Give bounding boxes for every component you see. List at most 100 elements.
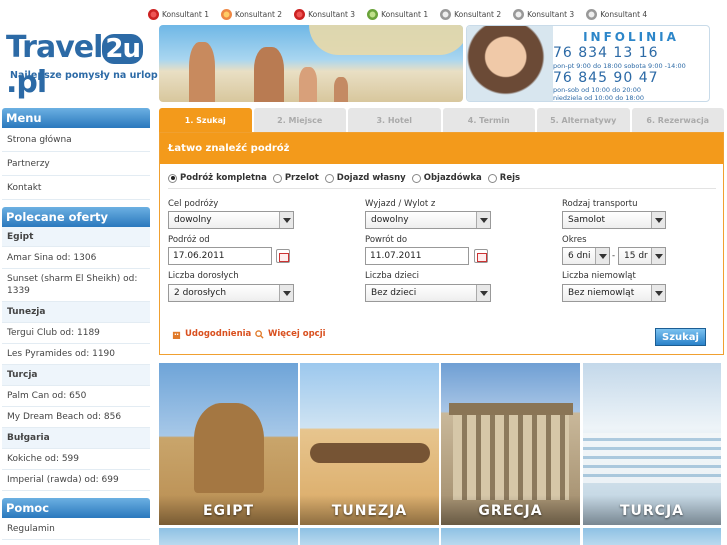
search-button[interactable]: Szukaj (655, 328, 706, 346)
destination-tile-partial[interactable] (159, 528, 298, 545)
offer-country[interactable]: Egipt (2, 227, 150, 247)
offer-country[interactable]: Tunezja (2, 302, 150, 323)
help-item-regulamin[interactable]: Regulamin (2, 518, 150, 540)
wiecej-opcji-link[interactable]: Więcej opcji (255, 329, 326, 339)
dorosli-select[interactable]: 2 dorosłych (168, 284, 294, 302)
offer-item[interactable]: Palm Can od: 650 (2, 386, 150, 407)
radio-dot[interactable] (411, 173, 421, 183)
person-figure (299, 67, 317, 102)
destination-label: TUNEZJA (331, 503, 408, 519)
magnifier-icon (255, 329, 264, 339)
infolinia-title: INFOLINIA (583, 30, 679, 44)
offer-item[interactable]: Amar Sina od: 1306 (2, 247, 150, 269)
menu-heading: Menu (2, 108, 150, 128)
radio-dot[interactable] (168, 173, 177, 183)
radio-dot[interactable] (487, 173, 497, 183)
skype-orange-icon (221, 8, 233, 20)
logo-slogan: Najlepsze pomysły na urlop (10, 70, 158, 81)
phone-number-1: 76 834 13 16 (553, 45, 659, 61)
offer-item[interactable]: Kokiche od: 599 (2, 449, 150, 470)
wyjazd-label: Wyjazd / Wylot z (365, 199, 436, 209)
destination-tunezja[interactable]: TUNEZJA (300, 363, 439, 525)
destination-tile-partial[interactable] (300, 528, 439, 545)
consultant-gg-2[interactable]: Konsultant 2 (440, 7, 501, 21)
consultants-bar: Konsultant 1 Konsultant 2 Konsultant 3 K… (148, 7, 659, 21)
okres-dash: - (612, 251, 616, 261)
consultant-gg-3[interactable]: Konsultant 3 (513, 7, 574, 21)
transport-label: Rodzaj transportu (562, 199, 638, 209)
consultant-photo (467, 26, 553, 101)
hours-1: pon-pt 9:00 do 18:00 sobota 9:00 -14:00 (553, 62, 686, 70)
consultant-gg-1[interactable]: Konsultant 1 (367, 7, 428, 21)
date-to-input[interactable]: 11.07.2011 (365, 247, 469, 265)
destination-turcja[interactable]: TURCJA (583, 363, 721, 525)
consultant-skype-2[interactable]: Konsultant 2 (221, 7, 282, 21)
calendar-icon[interactable] (474, 249, 488, 263)
dzieci-select[interactable]: Bez dzieci (365, 284, 491, 302)
destination-tile-partial[interactable] (583, 528, 721, 545)
radio-rejs[interactable]: Rejs (487, 173, 520, 183)
gg-gray-icon (440, 8, 452, 20)
radio-podroz-kompletna[interactable]: Podróż kompletna (168, 173, 267, 183)
person-figure (334, 77, 348, 102)
calendar-icon[interactable] (276, 249, 290, 263)
logo[interactable]: Travel 2u.pl Najlepsze pomysły na urlop (6, 30, 158, 100)
divider (168, 188, 716, 189)
radio-dojazd-wlasny[interactable]: Dojazd własny (324, 173, 406, 183)
logo-part-travel: Travel (6, 30, 103, 65)
dorosli-label: Liczba dorosłych (168, 271, 239, 281)
menu-item-contact[interactable]: Kontakt (2, 176, 150, 200)
hours-2b: niedziela od 10:00 do 18:00 (553, 94, 644, 102)
od-label: Podróż od (168, 235, 210, 245)
building-icon (172, 331, 181, 339)
tab-termin[interactable]: 4. Termin (442, 108, 535, 132)
menu-item-home[interactable]: Strona główna (2, 128, 150, 152)
offer-item[interactable]: My Dream Beach od: 856 (2, 407, 150, 428)
dzieci-label: Liczba dzieci (365, 271, 420, 281)
niemowlat-select[interactable]: Bez niemowląt (562, 284, 666, 302)
destination-label: EGIPT (202, 503, 255, 519)
sidebar: Menu Strona główna Partnerzy Kontakt Pol… (2, 108, 150, 540)
udogodnienia-link[interactable]: Udogodnienia (172, 329, 251, 339)
radio-dot[interactable] (324, 173, 334, 183)
consultant-skype-3[interactable]: Konsultant 3 (294, 7, 355, 21)
consultant-gg-4[interactable]: Konsultant 4 (586, 7, 647, 21)
tab-alternatywy[interactable]: 5. Alternatywy (537, 108, 630, 132)
offer-item[interactable]: Sunset (sharm El Sheikh) od: 1339 (2, 269, 150, 302)
hours-2a: pon-sob od 10:00 do 20:00 (553, 86, 641, 94)
tab-rezerwacja[interactable]: 6. Rezerwacja (631, 108, 724, 132)
chevron-down-icon (651, 285, 665, 301)
offer-item[interactable]: Imperial (rawda) od: 699 (2, 470, 150, 491)
cel-select[interactable]: dowolny (168, 211, 294, 229)
okres-to-select[interactable]: 15 dr (618, 247, 666, 265)
consultant-skype-1[interactable]: Konsultant 1 (148, 7, 209, 21)
chevron-down-icon (476, 212, 490, 228)
menu-item-partners[interactable]: Partnerzy (2, 152, 150, 176)
gg-gray-icon (513, 8, 525, 20)
transport-select[interactable]: Samolot (562, 211, 666, 229)
terraces-shape (583, 433, 721, 483)
temple-columns (453, 415, 569, 500)
destination-grecja[interactable]: GRECJA (441, 363, 580, 525)
date-from-input[interactable]: 17.06.2011 (168, 247, 272, 265)
tab-hotel[interactable]: 3. Hotel (348, 108, 441, 132)
destination-tile-partial[interactable] (441, 528, 580, 545)
chevron-down-icon (651, 212, 665, 228)
okres-from-select[interactable]: 6 dni (562, 247, 610, 265)
chevron-down-icon (651, 248, 665, 264)
offer-item[interactable]: Les Pyramides od: 1190 (2, 344, 150, 365)
tab-szukaj[interactable]: 1. Szukaj (159, 108, 252, 132)
wyjazd-select[interactable]: dowolny (365, 211, 491, 229)
camels-shape (310, 443, 430, 463)
phone-number-2: 76 845 90 47 (553, 70, 659, 86)
destination-egipt[interactable]: EGIPT (159, 363, 298, 525)
radio-przelot[interactable]: Przelot (272, 173, 319, 183)
tab-miejsce[interactable]: 2. Miejsce (253, 108, 346, 132)
person-figure (189, 42, 215, 102)
gg-gray-icon (586, 8, 598, 20)
offer-item[interactable]: Tergui Club od: 1189 (2, 323, 150, 344)
offer-country[interactable]: Bułgaria (2, 428, 150, 449)
radio-objazdowka[interactable]: Objazdówka (411, 173, 482, 183)
radio-dot[interactable] (272, 173, 282, 183)
offer-country[interactable]: Turcja (2, 365, 150, 386)
